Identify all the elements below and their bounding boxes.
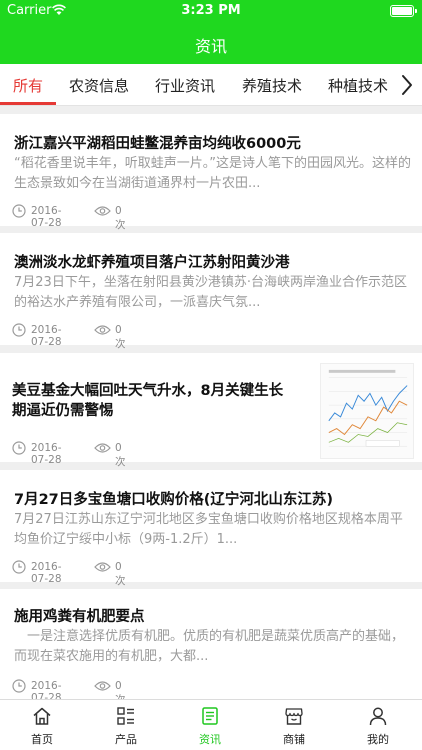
category-tabs: 所有 农资信息 行业资讯 养殖技术 种植技术 — [0, 64, 422, 106]
home-icon — [33, 707, 51, 725]
store-icon — [285, 708, 303, 725]
news-thumbnail-chart-image — [320, 363, 414, 459]
news-item[interactable]: 澳洲淡水龙虾养殖项目落户江苏射阳黄沙港 7月23日下午，坐落在射阳县黄沙港镇苏·… — [0, 233, 422, 350]
news-title: 浙江嘉兴平湖稻田蛙鳖混养亩均纯收6000元 — [14, 136, 301, 152]
eye-icon — [94, 325, 111, 335]
status-time: 3:23 PM — [181, 3, 241, 18]
news-views: 0次 — [115, 442, 126, 468]
clock-icon — [12, 560, 26, 574]
bottom-tab-label: 资讯 — [199, 733, 221, 746]
eye-icon — [94, 443, 111, 453]
eye-icon — [94, 562, 111, 572]
bottom-tab-products[interactable]: 产品 — [84, 700, 168, 750]
clock-icon — [12, 679, 26, 693]
battery-icon — [390, 5, 417, 17]
eye-icon — [94, 206, 111, 216]
bottom-tab-news[interactable]: 资讯 — [168, 700, 252, 750]
bottom-tab-store[interactable]: 商铺 — [252, 700, 336, 750]
product-list-icon — [117, 707, 134, 725]
news-date: 2016-07-28 — [31, 442, 62, 466]
news-title: 施用鸡粪有机肥要点 — [14, 609, 145, 625]
user-icon — [369, 707, 387, 726]
news-title: 7月27日多宝鱼塘口收购价格(辽宁河北山东江苏) — [14, 492, 334, 508]
news-item[interactable]: 7月27日多宝鱼塘口收购价格(辽宁河北山东江苏) 7月27日江苏山东辽宁河北地区… — [0, 470, 422, 587]
news-date: 2016-07-28 — [31, 205, 62, 229]
news-summary: 一是注意选择优质有机肥。优质的有机肥是蔬菜优质高产的基础，而现在菜农施用的有机肥… — [14, 629, 405, 664]
tab-industry-news[interactable]: 行业资讯 — [155, 75, 215, 96]
status-bar: Carrier 3:23 PM — [0, 0, 422, 22]
news-title: 澳洲淡水龙虾养殖项目落户江苏射阳黄沙港 — [14, 255, 290, 271]
nav-bar: 资讯 — [0, 22, 422, 64]
chevron-right-icon[interactable] — [398, 73, 416, 97]
tab-all[interactable]: 所有 — [13, 75, 43, 96]
tab-planting-tech[interactable]: 种植技术 — [328, 75, 388, 96]
news-summary: 7月23日下午，坐落在射阳县黄沙港镇苏·台海峡两岸渔业合作示范区的裕达水产养殖有… — [14, 275, 407, 310]
news-views: 0次 — [115, 205, 126, 231]
tab-agri-info[interactable]: 农资信息 — [69, 75, 129, 96]
news-date: 2016-07-28 — [31, 324, 62, 348]
clock-icon — [12, 323, 26, 337]
clock-icon — [12, 441, 26, 455]
news-item[interactable]: 施用鸡粪有机肥要点 一是注意选择优质有机肥。优质的有机肥是蔬菜优质高产的基础，而… — [0, 589, 422, 706]
bottom-tab-bar: 首页 产品 资讯 商铺 我的 — [0, 699, 422, 750]
clock-icon — [12, 204, 26, 218]
eye-icon — [94, 681, 111, 691]
news-views: 0次 — [115, 324, 126, 350]
news-title-line: 期逼近仍需警惕 — [12, 403, 114, 419]
news-summary: “稻花香里说丰年，听取蛙声一片。”这是诗人笔下的田园风光。这样的生态景致如今在当… — [14, 156, 411, 191]
news-icon — [202, 707, 218, 725]
news-item[interactable]: 美豆基金大幅回吐天气升水，8月关键生长 期逼近仍需警惕 2016-07-28 0… — [0, 353, 422, 468]
news-title-line: 美豆基金大幅回吐天气升水，8月关键生长 — [12, 383, 284, 399]
bottom-tab-label: 首页 — [31, 733, 53, 746]
active-tab-indicator — [0, 102, 56, 105]
bottom-tab-home[interactable]: 首页 — [0, 700, 84, 750]
bottom-tab-label: 商铺 — [283, 733, 305, 746]
bottom-tab-profile[interactable]: 我的 — [336, 700, 420, 750]
news-summary: 7月27日江苏山东辽宁河北地区多宝鱼塘口收购价格地区规格本周平均鱼价辽宁绥中小标… — [14, 512, 403, 547]
bottom-tab-label: 我的 — [367, 733, 389, 746]
page-title: 资讯 — [194, 37, 227, 56]
tab-breeding-tech[interactable]: 养殖技术 — [242, 75, 302, 96]
news-views: 0次 — [115, 561, 126, 587]
bottom-tab-label: 产品 — [115, 733, 137, 746]
news-item[interactable]: 浙江嘉兴平湖稻田蛙鳖混养亩均纯收6000元 “稻花香里说丰年，听取蛙声一片。”这… — [0, 114, 422, 231]
news-date: 2016-07-28 — [31, 561, 62, 585]
